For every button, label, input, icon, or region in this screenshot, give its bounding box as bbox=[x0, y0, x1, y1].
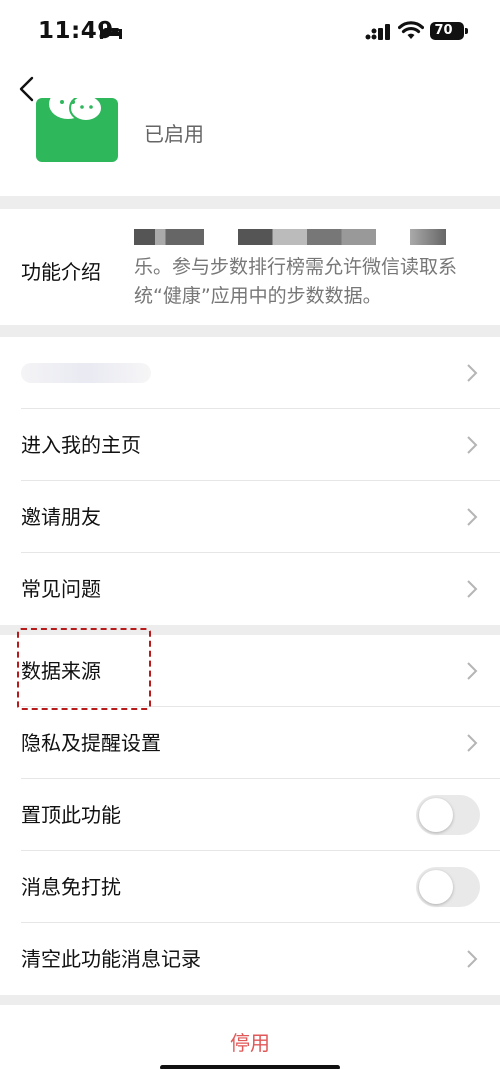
list-item-blurred[interactable] bbox=[0, 337, 500, 409]
battery-level: 70 bbox=[434, 23, 453, 38]
back-chevron-icon[interactable] bbox=[14, 74, 40, 104]
redacted-text-block bbox=[134, 229, 204, 245]
list-item-label: 清空此功能消息记录 bbox=[21, 947, 201, 971]
list-item-faq[interactable]: 常见问题 bbox=[0, 553, 500, 625]
app-status-text: 已启用 bbox=[144, 122, 204, 146]
function-intro-description: 乐。参与步数排行榜需允许微信读取系统“健康”应用中的步数数据。 bbox=[134, 256, 458, 307]
chevron-right-icon bbox=[467, 662, 478, 680]
chevron-right-icon bbox=[467, 508, 478, 526]
disable-button[interactable]: 停用 bbox=[0, 1027, 500, 1056]
cellular-signal-icon bbox=[365, 24, 390, 40]
list-item-clear-history[interactable]: 清空此功能消息记录 bbox=[0, 923, 500, 995]
battery-cap bbox=[465, 28, 468, 34]
list-item-label: 进入我的主页 bbox=[21, 433, 141, 457]
do-not-disturb-toggle[interactable] bbox=[416, 867, 480, 907]
list-item-pin-to-top: 置顶此功能 bbox=[0, 779, 500, 851]
list-item-invite-friends[interactable]: 邀请朋友 bbox=[0, 481, 500, 553]
battery-indicator: 70 bbox=[430, 22, 468, 40]
redacted-text-block bbox=[410, 229, 446, 245]
redacted-text-block bbox=[238, 229, 376, 245]
list-item-label: 置顶此功能 bbox=[21, 803, 121, 827]
wechat-sports-app-icon bbox=[36, 98, 118, 162]
toggle-knob bbox=[419, 870, 453, 904]
chevron-right-icon bbox=[467, 950, 478, 968]
bottom-bar: 停用 bbox=[0, 1005, 500, 1069]
list-item-label: 消息免打扰 bbox=[21, 875, 121, 899]
chevron-right-icon bbox=[467, 364, 478, 382]
chevron-right-icon bbox=[467, 580, 478, 598]
pin-to-top-toggle[interactable] bbox=[416, 795, 480, 835]
list-item-label: 隐私及提醒设置 bbox=[21, 731, 161, 755]
list-item-label: 常见问题 bbox=[21, 577, 101, 601]
function-intro-card: 功能介绍 乐。参与步数排行榜需允许微信读取系统“健康”应用中的步数数据。 bbox=[0, 209, 500, 325]
toggle-knob bbox=[419, 798, 453, 832]
highlight-annotation-box bbox=[17, 628, 151, 710]
list-item-label: 邀请朋友 bbox=[21, 505, 101, 529]
app-header: 已启用 bbox=[0, 62, 500, 196]
home-indicator bbox=[160, 1065, 340, 1069]
list-item-my-homepage[interactable]: 进入我的主页 bbox=[0, 409, 500, 481]
wifi-icon bbox=[398, 21, 424, 39]
chevron-right-icon bbox=[467, 436, 478, 454]
blurred-label bbox=[21, 363, 151, 383]
list-item-do-not-disturb: 消息免打扰 bbox=[0, 851, 500, 923]
bed-icon bbox=[100, 25, 122, 39]
chevron-right-icon bbox=[467, 734, 478, 752]
status-bar: 11:49 70 bbox=[0, 0, 500, 62]
function-intro-label: 功能介绍 bbox=[21, 260, 101, 284]
chat-bubbles-icon bbox=[49, 98, 103, 122]
list-item-privacy-reminder-settings[interactable]: 隐私及提醒设置 bbox=[0, 707, 500, 779]
